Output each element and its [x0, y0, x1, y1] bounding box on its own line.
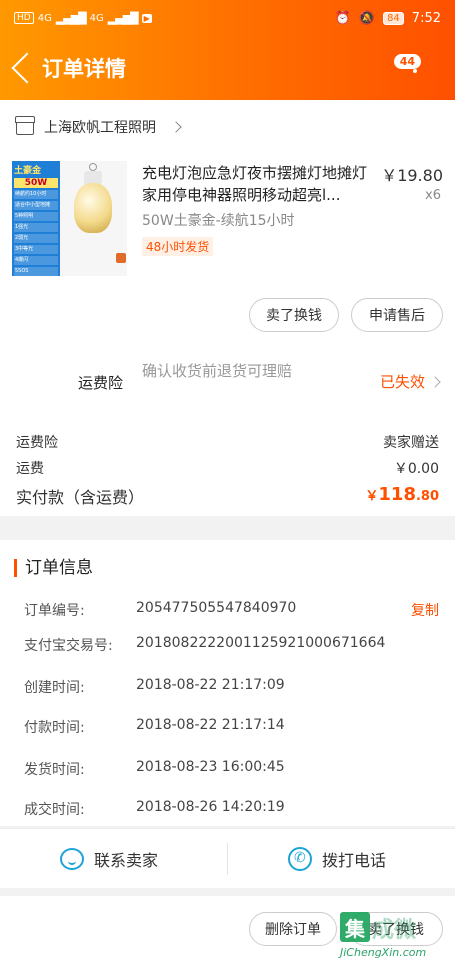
network-4g-2: 4G [89, 12, 104, 24]
hd-indicator: HD [14, 12, 34, 24]
paid-amount: ￥118.80 [365, 484, 439, 508]
contact-seller-button[interactable]: 联系卖家 [60, 829, 158, 889]
info-row-alipay-no: 支付宝交易号: 2018082222001125921000671664 [24, 635, 441, 655]
fee-row-shipping: 运费 ￥0.00 [16, 458, 439, 478]
order-info-card: 订单信息 复制 订单编号: 205477505547840970 支付宝交易号:… [0, 540, 455, 826]
shipping-tag: 48小时发货 [142, 237, 214, 256]
product-title[interactable]: 充电灯泡应急灯夜市摆摊灯地摊灯家用停电神器照明移动超亮l... [142, 162, 378, 206]
info-row-shipped-time: 发货时间: 2018-08-23 16:00:45 [24, 759, 441, 779]
fee-value: ￥0.00 [393, 461, 439, 477]
section-title: 订单信息 [14, 559, 93, 577]
thumb-text: 土豪金 [14, 166, 42, 176]
contact-seller-label: 联系卖家 [94, 851, 159, 870]
status-left: HD 4G ▂▄▆█ 4G ▂▄▆█ ▶ [14, 12, 152, 25]
info-value: 2018082222001125921000671664 [136, 635, 386, 651]
paid-label: 实付款（含运费） [16, 488, 145, 507]
battery-icon: 84 [383, 11, 404, 25]
status-right: ⏰ 🔕 84 7:52 [335, 11, 441, 26]
call-phone-button[interactable]: 拨打电话 [288, 829, 386, 889]
insurance-desc: 确认收货前退货可理赔 [142, 362, 293, 380]
fee-label: 运费 [16, 461, 44, 477]
video-app-icon: ▶ [141, 13, 152, 23]
signal-icon: ▂▄▆█ [55, 11, 87, 25]
thumbnail-banner: 土豪金 50W 续航约10小时 适合中小型地摊 5种照明 1强光 2弱光 3中等… [12, 161, 60, 276]
bulb-hook-graphic [89, 163, 97, 171]
info-row-order-no: 订单编号: 205477505547840970 [24, 600, 441, 620]
info-value: 205477505547840970 [136, 600, 297, 616]
mute-icon: 🔕 [358, 10, 376, 26]
more-menu-button[interactable]: 44 [393, 54, 427, 86]
back-arrow-icon[interactable] [11, 52, 43, 84]
site-watermark: 集 成微 JiChengXin.com [340, 912, 455, 960]
info-value: 2018-08-26 14:20:19 [136, 799, 285, 815]
thumb-text: 续航约10小时 [14, 190, 58, 199]
fee-label: 运费险 [16, 435, 58, 451]
sell-swap-button[interactable]: 卖了换钱 [249, 298, 339, 332]
paid-currency: ￥ [365, 489, 379, 504]
info-row-created: 创建时间: 2018-08-22 21:17:09 [24, 677, 441, 697]
message-badge: 44 [393, 54, 421, 69]
info-label: 付款时间: [24, 720, 85, 736]
status-time: 7:52 [411, 10, 441, 26]
fee-value: 卖家赠送 [383, 435, 439, 451]
paid-dec: .80 [415, 489, 439, 504]
thumb-text: 50W [14, 178, 58, 188]
divider [227, 843, 228, 875]
page-title: 订单详情 [42, 57, 126, 81]
order-product-card: 上海欧帆工程照明 土豪金 50W 续航约10小时 适合中小型地摊 5种照明 1强… [0, 100, 455, 516]
thumb-text: 4爆闪 [14, 256, 58, 265]
contact-actions: 联系卖家 拨打电话 [0, 828, 455, 888]
dot-icon [413, 69, 417, 73]
insurance-status: 已失效 [379, 373, 425, 391]
thumb-text: 2弱光 [14, 234, 58, 243]
watermark-logo: 集 [340, 912, 370, 942]
nav-bar: 订单详情 44 [8, 48, 441, 88]
thumb-text: 3中等光 [14, 245, 58, 254]
info-row-paid-time: 付款时间: 2018-08-22 21:17:14 [24, 717, 441, 737]
info-label: 订单编号: [24, 603, 85, 619]
chat-icon [60, 848, 84, 870]
plug-graphic [116, 253, 126, 263]
phone-icon [288, 847, 312, 871]
shop-name: 上海欧帆工程照明 [44, 120, 156, 136]
info-row-deal-time: 成交时间: 2018-08-26 14:20:19 [24, 799, 441, 819]
chevron-right-icon [429, 375, 441, 388]
thumb-text: 5SOS [14, 267, 58, 276]
paid-int: 118 [378, 484, 416, 505]
shop-link[interactable]: 上海欧帆工程照明 [15, 114, 182, 140]
product-spec: 50W土豪金-续航15小时 [142, 213, 295, 229]
product-thumbnail[interactable]: 土豪金 50W 续航约10小时 适合中小型地摊 5种照明 1强光 2弱光 3中等… [12, 161, 127, 276]
watermark-text: 成微 [372, 918, 417, 943]
call-phone-label: 拨打电话 [322, 851, 387, 870]
status-bar: HD 4G ▂▄▆█ 4G ▂▄▆█ ▶ ⏰ 🔕 84 7:52 [14, 8, 441, 28]
network-4g-1: 4G [37, 12, 52, 24]
fee-row-paid: 实付款（含运费） ￥118.80 [16, 484, 439, 508]
info-value: 2018-08-22 21:17:09 [136, 677, 285, 693]
insurance-status-link[interactable]: 已失效 [379, 371, 441, 392]
info-label: 创建时间: [24, 680, 85, 696]
bulb-graphic [74, 183, 112, 233]
app-header: HD 4G ▂▄▆█ 4G ▂▄▆█ ▶ ⏰ 🔕 84 7:52 订单详情 44 [0, 0, 455, 100]
product-quantity: x6 [425, 188, 441, 203]
alarm-icon: ⏰ [334, 10, 351, 26]
thumb-text: 5种照明 [14, 212, 58, 221]
delete-order-button[interactable]: 删除订单 [249, 912, 337, 946]
thumb-text: 适合中小型地摊 [14, 201, 58, 210]
chevron-right-icon [170, 121, 182, 133]
info-value: 2018-08-23 16:00:45 [136, 759, 285, 775]
info-value: 2018-08-22 21:17:14 [136, 717, 285, 733]
info-label: 成交时间: [24, 802, 85, 818]
after-sale-button[interactable]: 申请售后 [351, 298, 443, 332]
info-label: 支付宝交易号: [24, 638, 113, 654]
watermark-url: JiChengXin.com [340, 946, 427, 959]
product-price: ￥19.80 [381, 166, 443, 185]
thumb-text: 1强光 [14, 223, 58, 232]
insurance-label: 运费险 [78, 374, 124, 392]
signal-icon-2: ▂▄▆█ [107, 11, 139, 25]
fee-row-insurance: 运费险 卖家赠送 [16, 432, 439, 452]
info-label: 发货时间: [24, 762, 85, 778]
shop-icon [15, 116, 35, 135]
